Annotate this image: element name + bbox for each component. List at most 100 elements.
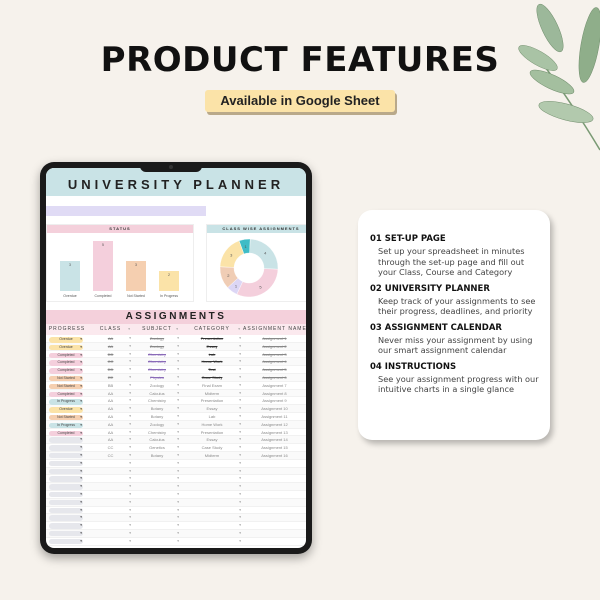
assignment-name-cell[interactable]: Assignment 5	[243, 366, 306, 373]
class-dropdown[interactable]	[88, 491, 133, 499]
category-dropdown[interactable]	[181, 530, 243, 538]
progress-dropdown[interactable]: Overdue	[49, 344, 83, 351]
category-dropdown[interactable]: Home Work	[181, 358, 243, 366]
class-dropdown[interactable]: AA	[88, 421, 133, 429]
assignment-name-cell[interactable]	[243, 475, 306, 482]
subject-dropdown[interactable]: Botany	[133, 452, 181, 460]
progress-dropdown[interactable]	[49, 476, 83, 482]
class-dropdown[interactable]: AA	[88, 436, 133, 444]
class-dropdown[interactable]: DD	[88, 351, 133, 359]
subject-dropdown[interactable]	[133, 475, 181, 483]
progress-dropdown[interactable]	[49, 460, 83, 467]
progress-dropdown[interactable]	[49, 437, 83, 443]
class-dropdown[interactable]	[88, 522, 133, 530]
category-dropdown[interactable]	[181, 522, 243, 530]
category-dropdown[interactable]: Midterm	[181, 452, 243, 460]
class-dropdown[interactable]	[88, 475, 133, 483]
progress-dropdown[interactable]	[49, 538, 83, 545]
assignment-name-cell[interactable]: Assignment 2	[243, 343, 306, 350]
assignment-name-cell[interactable]	[243, 522, 306, 529]
assignment-name-cell[interactable]: Assignment 6	[243, 374, 306, 381]
assignment-name-cell[interactable]	[243, 499, 306, 506]
progress-dropdown[interactable]	[49, 523, 83, 529]
class-dropdown[interactable]: AA	[88, 413, 133, 421]
subject-dropdown[interactable]: Chemistry	[133, 358, 181, 366]
category-dropdown[interactable]: Case Study	[181, 374, 243, 382]
subject-dropdown[interactable]: Zoology	[133, 382, 181, 390]
class-dropdown[interactable]: CC	[88, 452, 133, 460]
progress-dropdown[interactable]: Completed	[49, 360, 83, 366]
subject-dropdown[interactable]: Chemistry	[133, 397, 181, 405]
category-dropdown[interactable]: Case Study	[181, 444, 243, 452]
subject-dropdown[interactable]	[133, 491, 181, 499]
assignment-name-cell[interactable]: Assignment 1	[243, 335, 306, 342]
category-dropdown[interactable]	[181, 468, 243, 476]
progress-dropdown[interactable]	[49, 499, 83, 506]
assignment-name-cell[interactable]	[243, 460, 306, 467]
assignment-name-cell[interactable]	[243, 538, 306, 545]
progress-dropdown[interactable]	[49, 445, 83, 451]
assignment-name-cell[interactable]: Assignment 8	[243, 390, 306, 397]
subject-dropdown[interactable]	[133, 499, 181, 507]
subject-dropdown[interactable]: Chemistry	[133, 366, 181, 374]
subject-dropdown[interactable]: Chemistry	[133, 429, 181, 437]
progress-dropdown[interactable]	[49, 452, 83, 459]
subject-dropdown[interactable]	[133, 507, 181, 515]
progress-dropdown[interactable]: Overdue	[49, 407, 83, 413]
category-dropdown[interactable]: Final Exam	[181, 382, 243, 390]
progress-dropdown[interactable]: Completed	[49, 352, 83, 359]
progress-dropdown[interactable]: Completed	[49, 391, 83, 398]
progress-dropdown[interactable]: Not Started	[49, 375, 83, 382]
class-dropdown[interactable]	[88, 514, 133, 522]
subject-dropdown[interactable]	[133, 460, 181, 468]
subject-dropdown[interactable]: Zoology	[133, 335, 181, 343]
assignment-name-cell[interactable]	[243, 530, 306, 537]
assignment-name-cell[interactable]	[243, 491, 306, 498]
subject-dropdown[interactable]	[133, 530, 181, 538]
progress-dropdown[interactable]: Completed	[49, 368, 83, 374]
category-dropdown[interactable]: Lab	[181, 413, 243, 421]
class-dropdown[interactable]: EE	[88, 374, 133, 382]
class-dropdown[interactable]	[88, 530, 133, 538]
progress-dropdown[interactable]: In Progress	[49, 399, 83, 405]
class-dropdown[interactable]	[88, 460, 133, 468]
progress-dropdown[interactable]	[49, 491, 83, 498]
class-dropdown[interactable]: AA	[88, 343, 133, 351]
progress-dropdown[interactable]: In Progress	[49, 422, 83, 429]
subject-dropdown[interactable]: Zoology	[133, 421, 181, 429]
class-dropdown[interactable]	[88, 538, 133, 546]
category-dropdown[interactable]	[181, 460, 243, 468]
category-dropdown[interactable]: Presentation	[181, 335, 243, 343]
subject-dropdown[interactable]	[133, 468, 181, 476]
assignment-name-cell[interactable]: Assignment 7	[243, 382, 306, 389]
progress-dropdown[interactable]: Not Started	[49, 414, 83, 421]
assignment-name-cell[interactable]	[243, 468, 306, 475]
class-dropdown[interactable]: CC	[88, 358, 133, 366]
progress-dropdown[interactable]	[49, 468, 83, 475]
class-dropdown[interactable]: CC	[88, 444, 133, 452]
category-dropdown[interactable]	[181, 507, 243, 515]
assignment-name-cell[interactable]	[243, 483, 306, 490]
assignment-name-cell[interactable]: Assignment 13	[243, 429, 306, 436]
assignment-name-cell[interactable]: Assignment 14	[243, 436, 306, 443]
category-dropdown[interactable]: Lab	[181, 351, 243, 359]
category-dropdown[interactable]	[181, 538, 243, 546]
category-dropdown[interactable]: Midterm	[181, 390, 243, 398]
assignment-name-cell[interactable]: Assignment 10	[243, 405, 306, 412]
category-dropdown[interactable]: Presentation	[181, 429, 243, 437]
subject-dropdown[interactable]: Botany	[133, 413, 181, 421]
class-dropdown[interactable]: AA	[88, 397, 133, 405]
progress-dropdown[interactable]: Completed	[49, 430, 83, 437]
category-dropdown[interactable]: Essay	[181, 436, 243, 444]
class-dropdown[interactable]: AA	[88, 405, 133, 413]
category-dropdown[interactable]	[181, 491, 243, 499]
subject-dropdown[interactable]	[133, 514, 181, 522]
subject-dropdown[interactable]: Genetics	[133, 444, 181, 452]
class-dropdown[interactable]: AA	[88, 429, 133, 437]
assignment-name-cell[interactable]: Assignment 4	[243, 358, 306, 365]
category-dropdown[interactable]	[181, 475, 243, 483]
class-dropdown[interactable]: AA	[88, 335, 133, 343]
class-dropdown[interactable]	[88, 468, 133, 476]
assignment-name-cell[interactable]: Assignment 12	[243, 421, 306, 428]
subject-dropdown[interactable]: Chemistry	[133, 351, 181, 359]
